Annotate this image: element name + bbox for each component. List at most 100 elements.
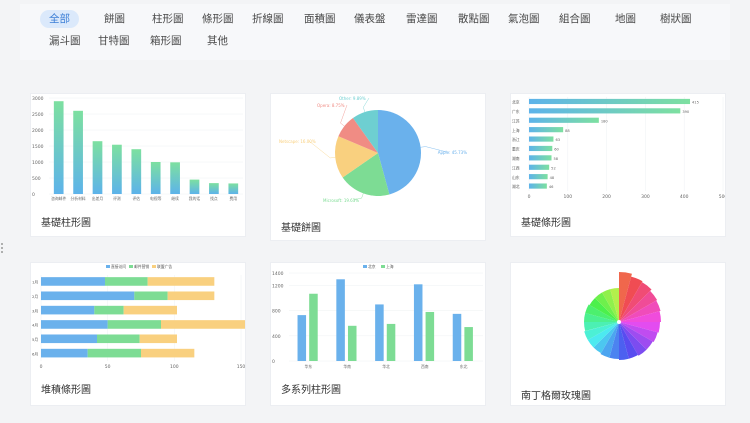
chart-card-caption: 基礎柱形圖 <box>41 218 91 229</box>
y-tick-label: 2月 <box>32 294 38 299</box>
stacked-bar-segment <box>147 277 215 286</box>
pie-data-label: Apple: 45.73% <box>438 150 467 155</box>
legend-swatch <box>152 265 156 268</box>
resize-handle[interactable] <box>0 240 4 254</box>
filter-tag[interactable]: 甘特圖 <box>89 32 139 50</box>
stacked-bar-segment <box>105 277 148 286</box>
bar <box>529 127 564 133</box>
column-bar <box>209 183 219 194</box>
chart-thumbnail: Apple: 45.73% Microsoft: 19.63% Netscape: … <box>271 94 485 204</box>
filter-tag[interactable]: 餅圖 <box>95 10 134 28</box>
filter-tag[interactable]: 折線圖 <box>243 10 293 28</box>
filter-tag[interactable]: 箱形圖 <box>141 32 191 50</box>
filter-tag[interactable]: 漏斗圖 <box>40 32 90 50</box>
filter-tag[interactable]: 全部 <box>40 10 79 28</box>
chart-card-basic-pie[interactable]: Apple: 45.73% Microsoft: 19.63% Netscape: … <box>270 93 486 241</box>
filter-tag[interactable]: 條形圖 <box>193 10 243 28</box>
chart-card-stacked-bar[interactable]: 直接访问 邮件营销 联盟广告 0 50 100 150 1月 2月 3月 4月 5月 6月 堆積條形圖 <box>30 262 246 406</box>
filter-tag[interactable]: 樹狀圖 <box>651 10 701 28</box>
x-tick-label: 继续 <box>171 196 179 201</box>
column-bar <box>464 327 473 361</box>
x-tick-label: 西南 <box>421 364 429 369</box>
stacked-bar-segment <box>41 291 135 301</box>
chart-card-caption: 南丁格爾玫瑰圖 <box>521 391 591 402</box>
y-tick-label: 山东 <box>512 175 520 180</box>
column-bar <box>131 149 142 194</box>
filter-tag[interactable]: 柱形圖 <box>143 10 193 28</box>
y-tick-label: 1500 <box>32 144 44 150</box>
column-bar <box>92 141 103 194</box>
legend-swatch <box>106 265 110 268</box>
column-bar <box>170 162 180 194</box>
stacked-bar-segment <box>161 320 245 329</box>
filter-tag[interactable]: 散點圖 <box>449 10 499 28</box>
x-tick-label: 电视等 <box>150 196 162 201</box>
bar-value-label: 415 <box>692 101 699 105</box>
y-tick-label: 北京 <box>512 100 520 105</box>
pie-data-label: Microsoft: 19.63% <box>323 198 359 203</box>
x-tick-label: 费用 <box>230 196 238 201</box>
bar-value-label: 58 <box>554 157 559 161</box>
stacked-bar-segment <box>97 334 140 344</box>
bar <box>529 98 691 105</box>
y-tick-label: 湖北 <box>512 184 520 189</box>
column-bar <box>228 183 239 194</box>
chart-thumbnail: 0 500 1000 1500 2000 2500 3000 咨询邮件 分析材料 出差月 评测 评估 电… <box>31 94 245 204</box>
column-bar <box>425 311 435 361</box>
chart-card-nightingale-rose[interactable]: 南丁格爾玫瑰圖 <box>510 262 726 406</box>
column-bar <box>150 162 161 194</box>
bar <box>529 117 599 123</box>
y-tick-label: 重庆 <box>512 147 520 152</box>
filter-tag[interactable]: 組合圖 <box>550 10 600 28</box>
chart-thumbnail <box>511 263 725 377</box>
y-tick-label: 广东 <box>512 109 520 114</box>
y-tick-label: 上海 <box>512 128 520 133</box>
column-bar <box>53 101 64 194</box>
stacked-bar-segment <box>107 320 161 329</box>
x-tick-label: 华北 <box>382 364 390 369</box>
y-tick-label: 1200 <box>272 284 284 290</box>
filter-tag[interactable]: 面積圖 <box>295 10 345 28</box>
bar <box>529 145 553 152</box>
column-bar <box>375 304 384 361</box>
column-bar <box>297 315 307 361</box>
chart-card-multi-series-column[interactable]: 北京 上海 0 400 800 1200 1400 华东 华南 华北 西南 东北 多系列柱形圖 <box>270 262 486 406</box>
x-tick-label: 300 <box>641 194 650 200</box>
chart-card-basic-column[interactable]: 0 500 1000 1500 2000 2500 3000 咨询邮件 分析材料 出差月 评测 评估 电… <box>30 93 246 237</box>
y-tick-label: 2500 <box>32 112 44 118</box>
x-tick-label: 评估 <box>133 196 141 201</box>
bar <box>529 108 681 114</box>
filter-tag[interactable]: 氣泡圖 <box>499 10 549 28</box>
pie-data-label: Netscape: 16.00% <box>279 139 316 144</box>
x-tick-label: 我的话 <box>189 196 201 201</box>
stacked-bar-segment <box>41 334 97 344</box>
x-tick-label: 0 <box>528 194 531 200</box>
legend-label: 直接访问 <box>111 264 126 269</box>
x-tick-label: 50 <box>105 364 111 370</box>
stacked-bar-chart: 直接访问 邮件营销 联盟广告 0 50 100 150 1月 2月 3月 4月 5月 6月 <box>32 264 245 370</box>
y-tick-label: 1000 <box>32 160 44 166</box>
filter-tag[interactable]: 其他 <box>198 32 237 50</box>
column-bar <box>347 325 357 361</box>
stacked-bar-segment <box>41 348 88 358</box>
y-tick-label: 1400 <box>272 271 284 277</box>
basic-column-chart: 0 500 1000 1500 2000 2500 3000 咨询邮件 分析材料 出差月 评测 评估 电… <box>32 96 243 201</box>
chart-card-basic-bar[interactable]: 0 100 200 300 400 500 北京 415 广东 390 江苏 180 上海 88 浙江 63 重… <box>510 93 726 237</box>
y-tick-label: 400 <box>272 334 281 340</box>
bar <box>529 183 547 189</box>
x-tick-label: 100 <box>170 364 179 370</box>
stacked-bar-segment <box>41 320 108 329</box>
stacked-bar-segment <box>134 291 168 301</box>
y-tick-label: 4月 <box>32 323 38 328</box>
x-tick-label: 评测 <box>113 196 121 201</box>
nightingale-rose-chart <box>584 272 661 360</box>
filter-tag[interactable]: 地圖 <box>606 10 645 28</box>
chart-card-caption: 基礎餅圖 <box>281 223 321 234</box>
bar-value-label: 46 <box>549 185 554 189</box>
bar <box>529 164 550 170</box>
basic-bar-chart: 0 100 200 300 400 500 北京 415 广东 390 江苏 180 上海 88 浙江 63 重… <box>512 97 725 200</box>
filter-tag[interactable]: 儀表盤 <box>345 10 395 28</box>
filter-tag[interactable]: 雷達圖 <box>397 10 447 28</box>
column-bar <box>73 110 83 194</box>
x-tick-label: 咨询邮件 <box>51 196 66 201</box>
